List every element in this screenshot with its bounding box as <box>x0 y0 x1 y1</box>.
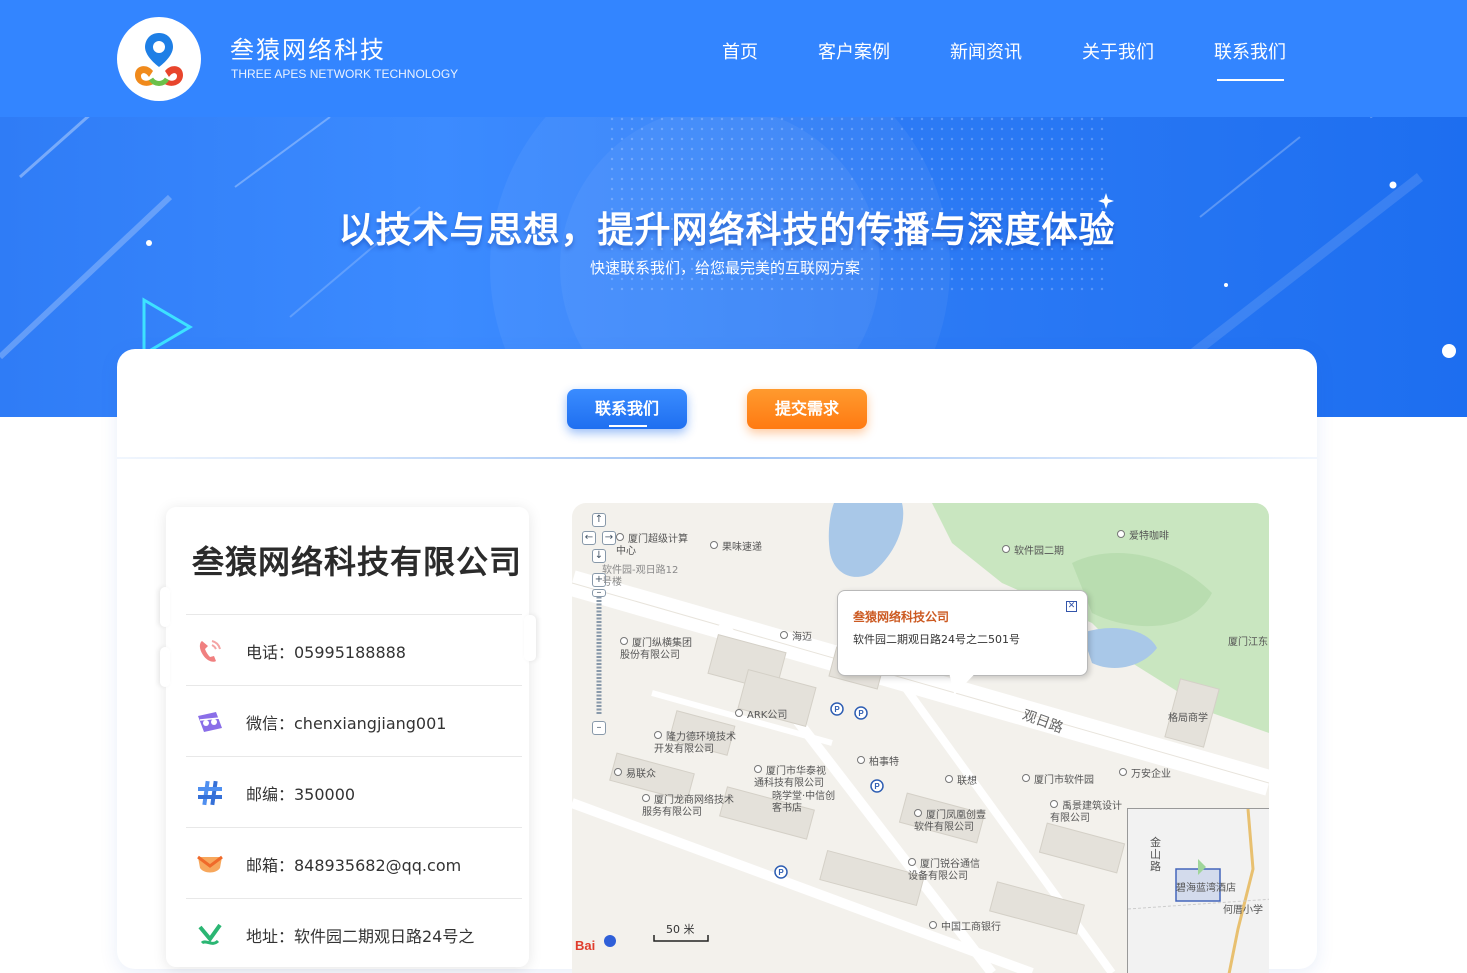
map-poi: 厦门锐谷通信设备有限公司 <box>908 858 988 883</box>
map-poi: 软件园二期 <box>1002 545 1064 558</box>
svg-text:P: P <box>874 782 880 791</box>
tab-contact-label: 联系我们 <box>594 399 659 418</box>
wechat-text: 微信：chenxiangjiang001 <box>246 714 447 733</box>
map-label: 格局商学 <box>1168 713 1208 724</box>
map-poi: 果味速递 <box>710 541 762 554</box>
map-poi: 厦门市软件园 <box>1022 774 1094 787</box>
nav-cases[interactable]: 客户案例 <box>818 38 890 68</box>
overview-label: 碧海蓝湾酒店 <box>1176 883 1236 894</box>
map-label: 软件园-观日路12号楼 <box>602 565 679 588</box>
baidu-map[interactable]: PP PP Bai ↑ ← → ↓ + – – 观日路 厦门超级计算中心 软件园… <box>572 503 1269 973</box>
info-row-postcode: 邮编：350000 <box>186 756 522 827</box>
logo-icon[interactable] <box>117 17 201 101</box>
pan-up-button[interactable]: ↑ <box>592 513 606 527</box>
svg-text:P: P <box>834 705 840 714</box>
tab-submit-request[interactable]: 提交需求 <box>747 389 867 429</box>
map-poi: 厦门凤凰创壹软件有限公司 <box>914 809 994 834</box>
map-poi: 易联众 <box>614 768 656 781</box>
svg-text:P: P <box>858 709 864 718</box>
site-header: 叁猿网络科技 THREE APES NETWORK TECHNOLOGY 首页 … <box>0 0 1467 117</box>
brand-name: 叁猿网络科技 <box>230 36 386 64</box>
wechat-icon <box>198 712 222 732</box>
email-text: 邮箱：848935682@qq.com <box>246 856 462 875</box>
nav-news[interactable]: 新闻资讯 <box>950 38 1022 68</box>
nav-about[interactable]: 关于我们 <box>1082 38 1154 68</box>
tab-contact-us[interactable]: 联系我们 <box>567 389 687 429</box>
card-divider <box>117 457 1317 459</box>
nav-home[interactable]: 首页 <box>722 38 758 68</box>
tab-submit-label: 提交需求 <box>774 399 839 418</box>
banner-subtitle: 快速联系我们，给您最完美的互联网方案 <box>589 259 860 277</box>
phone-text: 电话：05995188888 <box>246 643 406 662</box>
contact-card: 联系我们 提交需求 叁猿网络科技有限公司 电话：05995188888 微信：c… <box>117 349 1317 973</box>
info-row-phone: 电话：05995188888 <box>186 614 522 685</box>
panel-notch-left-2 <box>160 647 170 687</box>
close-icon[interactable]: ✕ <box>1066 601 1077 612</box>
panel-notch-right <box>524 615 536 661</box>
company-info-panel: 叁猿网络科技有限公司 电话：05995188888 微信：chenxiangji… <box>160 507 536 969</box>
banner-title: 以技术与思想，提升网络科技的传播与深度体验 <box>338 210 1116 251</box>
company-name: 叁猿网络科技有限公司 <box>192 543 523 581</box>
postcode-text: 邮编：350000 <box>246 785 356 804</box>
map-zoom-control: ↑ ← → ↓ + – – <box>582 513 618 743</box>
map-poi: 万安企业 <box>1119 768 1171 781</box>
map-label: 厦门江东 <box>1228 637 1268 648</box>
info-row-wechat: 微信：chenxiangjiang001 <box>186 685 522 756</box>
map-poi: 厦门市华泰视通科技有限公司 <box>754 765 834 790</box>
map-info-window: 叁猿网络科技公司 软件园二期观日路24号之二501号 ✕ <box>837 590 1088 695</box>
map-poi: 中国工商银行 <box>929 921 1001 934</box>
overview-label: 何厝小学 <box>1223 905 1263 916</box>
map-poi: 柏事特 <box>857 756 899 769</box>
brand-subtitle: THREE APES NETWORK TECHNOLOGY <box>231 67 459 81</box>
map-poi: 联想 <box>945 775 977 788</box>
map-label: 晓学堂·中信创客书店 <box>772 791 836 814</box>
map-scale: 50 米 <box>666 923 695 936</box>
nav-active-indicator <box>1217 79 1284 81</box>
phone-icon <box>199 640 221 662</box>
info-row-address: 地址：软件园二期观日路24号之 <box>186 898 522 969</box>
tab-active-underline <box>609 425 647 427</box>
map-poi: 禹景建筑设计有限公司 <box>1050 800 1130 825</box>
svg-text:P: P <box>778 868 784 877</box>
nav-contact[interactable]: 联系我们 <box>1214 38 1286 68</box>
map-overview[interactable]: 金山路 碧海蓝湾酒店 何厝小学 <box>1127 808 1269 973</box>
map-poi: 厦门超级计算中心 <box>616 533 696 558</box>
address-icon <box>198 923 222 945</box>
popup-title: 叁猿网络科技公司 <box>853 610 950 624</box>
map-poi: ARK公司 <box>735 709 787 722</box>
pan-left-button[interactable]: ← <box>582 531 596 545</box>
map-poi: 厦门纵横集团股份有限公司 <box>620 637 700 662</box>
pan-down-button[interactable]: ↓ <box>592 549 606 563</box>
pan-right-button[interactable]: → <box>602 531 616 545</box>
zoom-slider-handle[interactable]: – <box>592 588 606 598</box>
address-text: 地址：软件园二期观日路24号之 <box>246 927 475 946</box>
map-poi: 海迈 <box>780 631 812 644</box>
map-poi: 隆力德环境技术开发有限公司 <box>654 731 744 756</box>
info-row-email: 邮箱：848935682@qq.com <box>186 827 522 898</box>
map-poi: 爱特咖啡 <box>1117 530 1169 543</box>
hash-icon <box>198 780 222 806</box>
mail-icon <box>197 855 223 873</box>
zoom-out-button[interactable]: – <box>592 721 606 735</box>
map-poi: 厦门龙商网络技术服务有限公司 <box>642 795 734 818</box>
overview-label: 金山路 <box>1150 836 1161 873</box>
panel-notch-left <box>160 587 170 627</box>
popup-address: 软件园二期观日路24号之二501号 <box>853 633 1020 646</box>
